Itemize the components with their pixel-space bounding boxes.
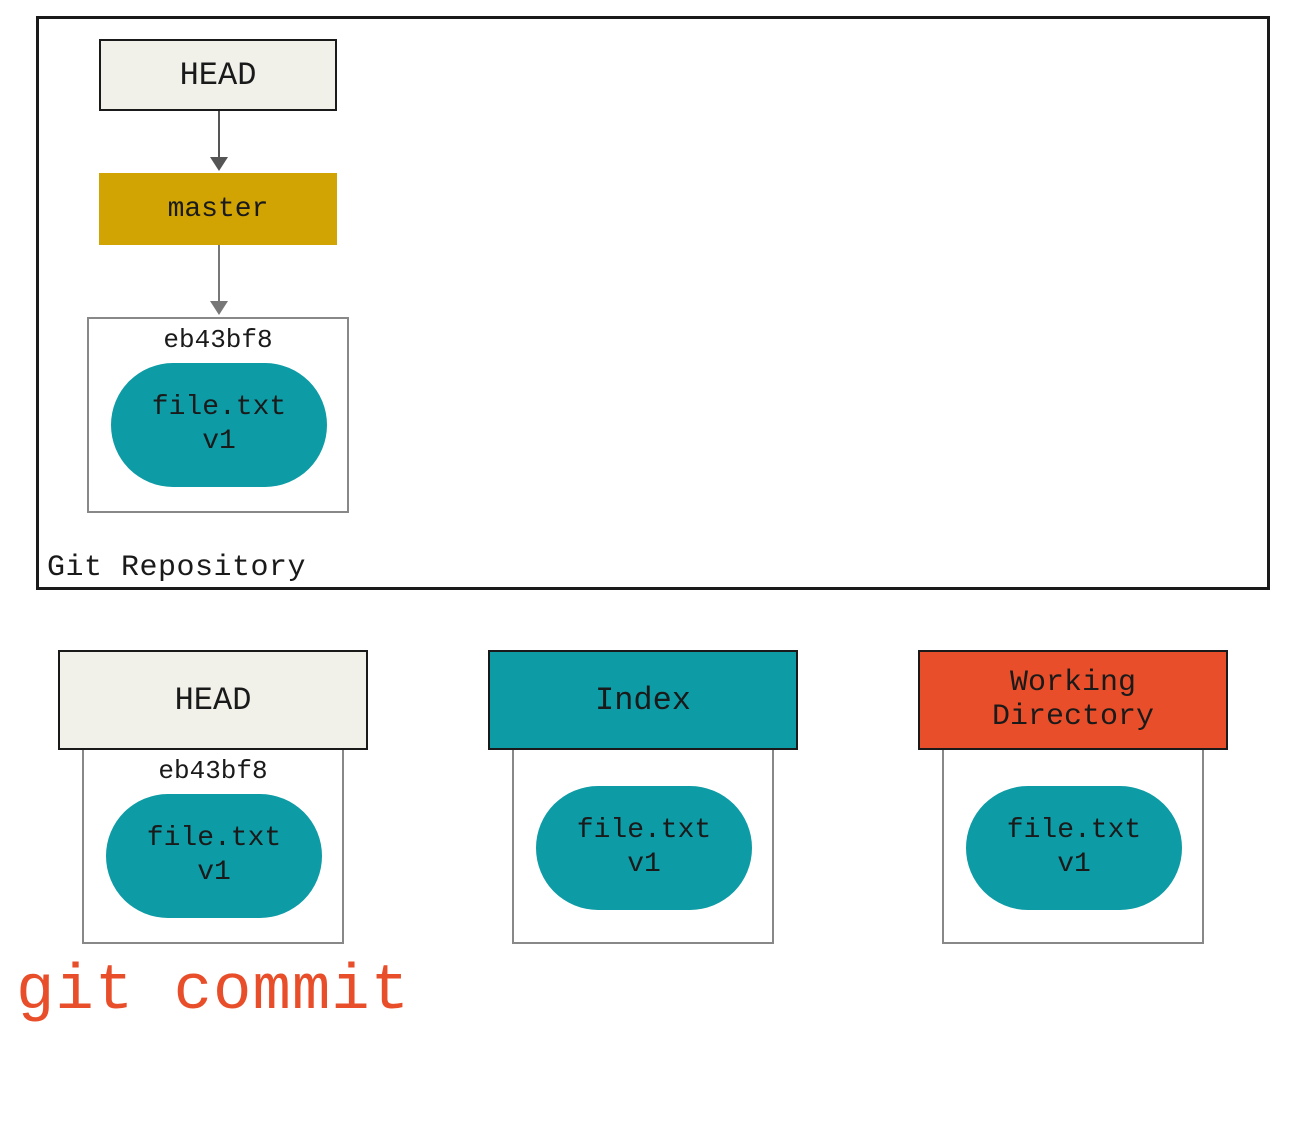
head-label: HEAD <box>180 57 257 94</box>
commit-box: eb43bf8 file.txt v1 <box>87 317 349 513</box>
head-box: HEAD <box>99 39 337 111</box>
arrow-master-to-commit <box>218 245 220 303</box>
master-branch-box: master <box>99 173 337 245</box>
head-column-title: HEAD <box>175 682 252 719</box>
wd-column-title-line1: Working <box>1010 666 1136 701</box>
index-column-header: Index <box>488 650 798 750</box>
wd-column: Working Directory file.txt v1 <box>918 650 1228 944</box>
wd-blob-filename: file.txt <box>1007 814 1141 848</box>
index-column: Index file.txt v1 <box>488 650 798 944</box>
wd-column-body: file.txt v1 <box>942 748 1204 944</box>
blob-version: v1 <box>202 425 236 459</box>
blob-filename: file.txt <box>152 391 286 425</box>
head-blob-version: v1 <box>197 856 231 890</box>
git-repository-box: Git Repository HEAD master eb43bf8 file.… <box>36 16 1270 590</box>
index-column-body: file.txt v1 <box>512 748 774 944</box>
index-blob: file.txt v1 <box>536 786 752 910</box>
index-column-title: Index <box>595 682 691 719</box>
head-column-header: HEAD <box>58 650 368 750</box>
head-column: HEAD eb43bf8 file.txt v1 <box>58 650 368 944</box>
head-blob-filename: file.txt <box>147 822 281 856</box>
index-blob-version: v1 <box>627 848 661 882</box>
wd-column-title-line2: Directory <box>992 700 1154 735</box>
arrow-head-to-master <box>218 111 220 159</box>
wd-blob: file.txt v1 <box>966 786 1182 910</box>
wd-column-header: Working Directory <box>918 650 1228 750</box>
git-command-label: git commit <box>16 956 410 1028</box>
head-commit-hash: eb43bf8 <box>84 756 342 786</box>
index-blob-filename: file.txt <box>577 814 711 848</box>
master-label: master <box>168 194 269 225</box>
head-blob: file.txt v1 <box>106 794 322 918</box>
file-blob: file.txt v1 <box>111 363 327 487</box>
head-column-body: eb43bf8 file.txt v1 <box>82 748 344 944</box>
wd-blob-version: v1 <box>1057 848 1091 882</box>
commit-hash: eb43bf8 <box>89 325 347 355</box>
git-repository-label: Git Repository <box>47 551 306 585</box>
trees-section: HEAD eb43bf8 file.txt v1 Index file.txt … <box>58 650 1228 944</box>
